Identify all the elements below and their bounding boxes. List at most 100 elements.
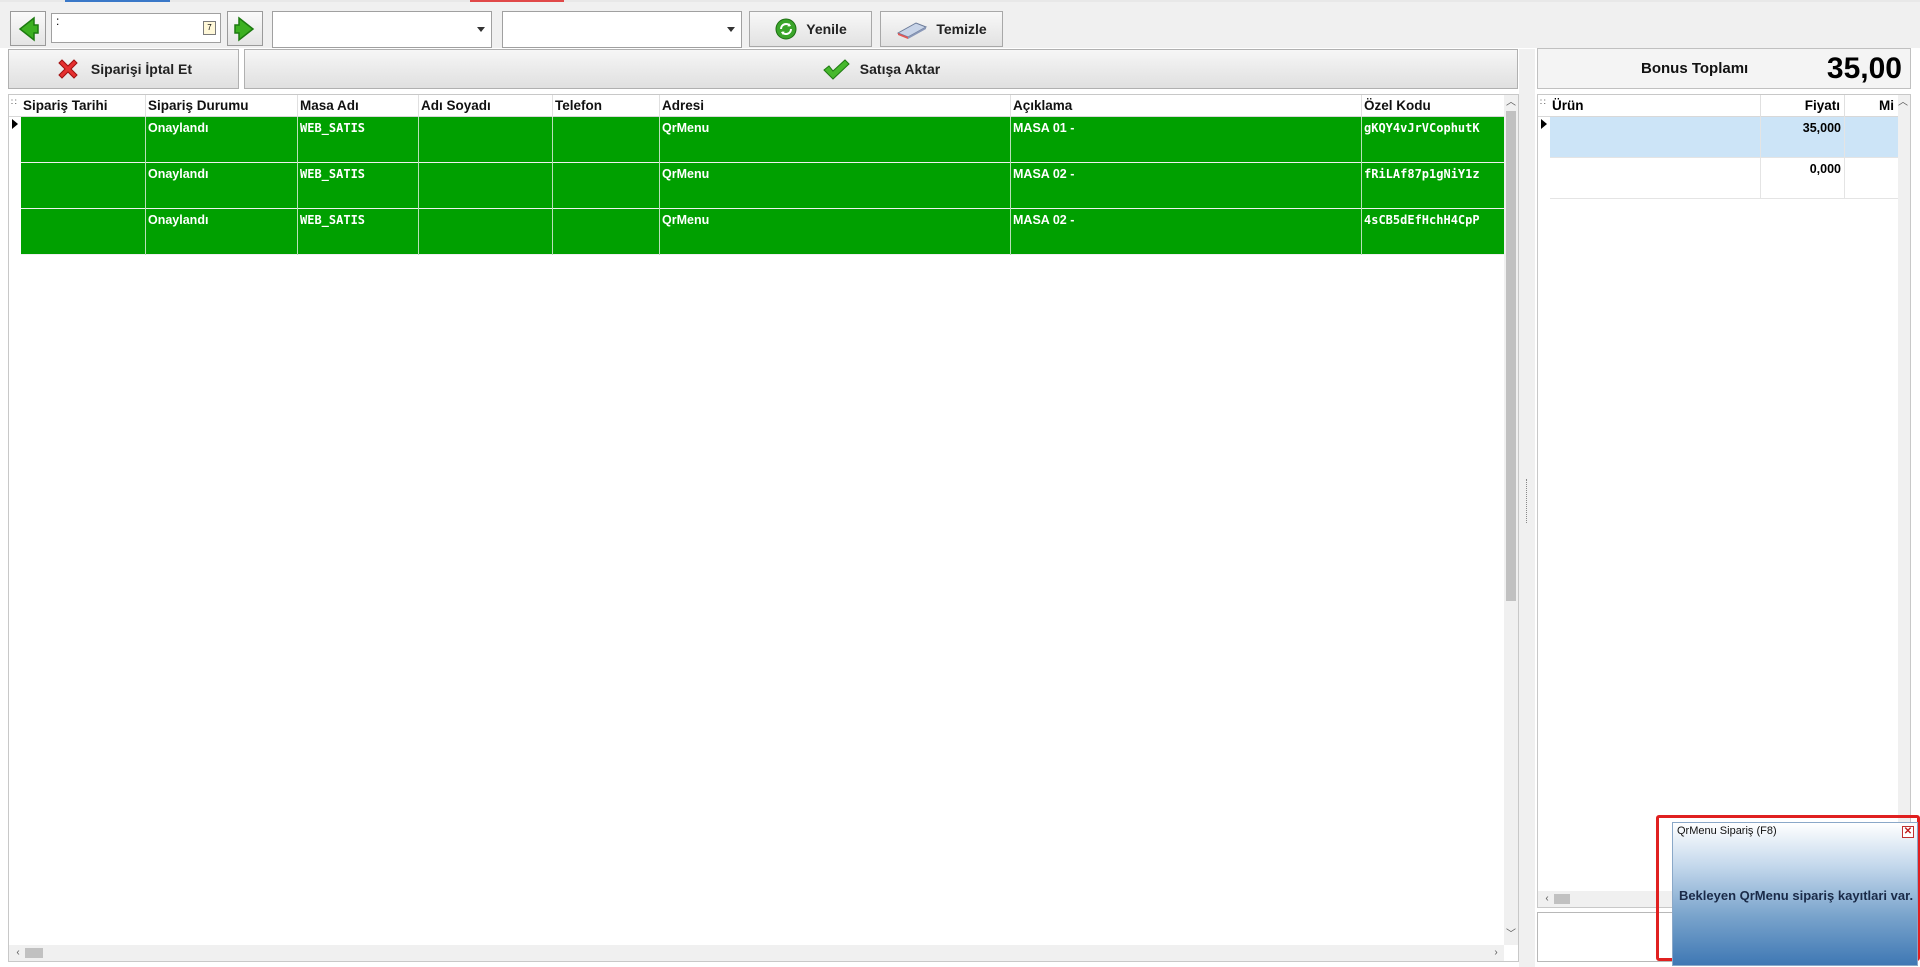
order-items-grid-header: ∷ Ürün Fiyatı Mi: [1538, 95, 1898, 117]
col-header-order-date[interactable]: Sipariş Tarihi: [21, 95, 145, 117]
cell-price: 0,000: [1760, 158, 1844, 199]
cell-price: 35,000: [1760, 117, 1844, 158]
bonus-total-panel: Bonus Toplamı 35,00: [1537, 48, 1911, 89]
cell-address: QrMenu: [659, 117, 1010, 163]
scroll-up-icon[interactable]: ︿: [1897, 97, 1909, 109]
cell-table-name: WEB_SATIS: [297, 209, 418, 255]
clear-label: Temizle: [936, 21, 987, 37]
popup-title: QrMenu Sipariş (F8): [1677, 825, 1777, 837]
cell-description: MASA 01 -: [1010, 117, 1361, 163]
arrow-right-icon: [234, 15, 255, 42]
vertical-scroll-thumb[interactable]: [1506, 111, 1516, 601]
chevron-down-icon: [727, 27, 735, 32]
scroll-right-icon[interactable]: ›: [1489, 947, 1503, 959]
scroll-left-icon[interactable]: ‹: [11, 947, 25, 959]
scroll-down-icon[interactable]: ﹀: [1504, 929, 1518, 941]
cell-address: QrMenu: [659, 209, 1010, 255]
col-header-quantity[interactable]: Mi: [1844, 95, 1898, 117]
bonus-total-value: 35,00: [1826, 52, 1902, 85]
cell-description: MASA 02 -: [1010, 163, 1361, 209]
splitter-grip-icon: [1526, 479, 1528, 523]
col-header-phone[interactable]: Telefon: [552, 95, 659, 117]
date-value: :: [56, 14, 60, 28]
eraser-icon: [897, 22, 928, 39]
qrmenu-notification-popup[interactable]: QrMenu Sipariş (F8) ✕ Bekleyen QrMenu si…: [1672, 822, 1918, 966]
close-icon[interactable]: ✕: [1902, 826, 1914, 838]
col-header-special-code[interactable]: Özel Kodu: [1361, 95, 1504, 117]
toolbar: : 7 Yenile Temizle: [0, 2, 1920, 48]
current-row-indicator-icon: [1541, 119, 1547, 129]
date-input[interactable]: : 7: [51, 13, 221, 43]
horizontal-scroll-thumb[interactable]: [25, 948, 43, 958]
notes-box[interactable]: [1537, 912, 1673, 962]
col-header-product[interactable]: Ürün: [1550, 95, 1772, 117]
cell-table-name: WEB_SATIS: [297, 163, 418, 209]
refresh-label: Yenile: [806, 21, 847, 37]
cell-order-status: Onaylandı: [145, 209, 297, 255]
cell-phone: [552, 117, 659, 163]
filter-combo-2[interactable]: [502, 11, 742, 48]
cell-order-status: Onaylandı: [145, 163, 297, 209]
table-row[interactable]: Onaylandı WEB_SATIS QrMenu MASA 01 - gKQ…: [21, 117, 1504, 163]
cell-order-date: [21, 209, 145, 255]
cell-special-code: gKQY4vJrVCophutK: [1361, 117, 1504, 163]
orders-grid[interactable]: ∷ Sipariş Tarihi Sipariş Durumu Masa Adı…: [8, 94, 1519, 962]
checkmark-icon: [823, 59, 850, 80]
horizontal-scroll-thumb[interactable]: [1554, 894, 1570, 904]
scroll-left-icon[interactable]: ‹: [1540, 893, 1554, 905]
scroll-up-icon[interactable]: ︿: [1504, 97, 1518, 109]
table-row[interactable]: Onaylandı WEB_SATIS QrMenu MASA 02 - 4sC…: [21, 209, 1504, 255]
transfer-to-sale-label: Satışa Aktar: [859, 61, 941, 77]
cell-quantity: [1844, 158, 1898, 199]
items-vertical-scrollbar[interactable]: ︿: [1898, 95, 1910, 891]
action-bar: Siparişi İptal Et Satışa Aktar: [8, 49, 1518, 89]
cancel-order-label: Siparişi İptal Et: [90, 61, 193, 77]
col-header-price[interactable]: Fiyatı: [1760, 95, 1844, 117]
panel-splitter[interactable]: [1519, 49, 1535, 967]
cell-order-date: [21, 117, 145, 163]
cell-product: [1550, 117, 1760, 158]
cell-full-name: [418, 209, 552, 255]
cell-order-date: [21, 163, 145, 209]
clear-button[interactable]: Temizle: [880, 11, 1003, 47]
orders-horizontal-scrollbar[interactable]: ‹ ›: [9, 945, 1504, 961]
cell-full-name: [418, 117, 552, 163]
filter-combo-1[interactable]: [272, 11, 492, 48]
cell-phone: [552, 163, 659, 209]
calendar-icon[interactable]: 7: [203, 21, 216, 35]
cell-table-name: WEB_SATIS: [297, 117, 418, 163]
cell-quantity: [1844, 117, 1898, 158]
grid-corner-grip-icon: ∷: [11, 97, 17, 107]
grid-corner-grip-icon: ∷: [1540, 97, 1546, 107]
previous-date-button[interactable]: [10, 11, 46, 46]
cancel-order-button[interactable]: Siparişi İptal Et: [8, 49, 239, 89]
cell-description: MASA 02 -: [1010, 209, 1361, 255]
refresh-icon: [775, 18, 797, 40]
col-header-full-name[interactable]: Adı Soyadı: [418, 95, 552, 117]
cell-phone: [552, 209, 659, 255]
cell-full-name: [418, 163, 552, 209]
chevron-down-icon: [477, 27, 485, 32]
orders-vertical-scrollbar[interactable]: ︿ ﹀: [1504, 95, 1518, 945]
col-header-order-status[interactable]: Sipariş Durumu: [145, 95, 297, 117]
orders-grid-header: ∷ Sipariş Tarihi Sipariş Durumu Masa Adı…: [9, 95, 1504, 117]
transfer-to-sale-button[interactable]: Satışa Aktar: [244, 49, 1518, 89]
col-header-table-name[interactable]: Masa Adı: [297, 95, 418, 117]
table-row[interactable]: 35,000: [1550, 117, 1898, 158]
current-row-indicator-icon: [12, 119, 18, 129]
table-row[interactable]: Onaylandı WEB_SATIS QrMenu MASA 02 - fRi…: [21, 163, 1504, 209]
cell-special-code: 4sCB5dEfHchH4CpP: [1361, 209, 1504, 255]
col-header-address[interactable]: Adresi: [659, 95, 1010, 117]
cell-address: QrMenu: [659, 163, 1010, 209]
bonus-total-label: Bonus Toplamı: [1641, 60, 1749, 77]
popup-message[interactable]: Bekleyen QrMenu sipariş kayıtlari var.: [1673, 888, 1919, 903]
col-header-description[interactable]: Açıklama: [1010, 95, 1361, 117]
cell-special-code: fRiLAf87p1gNiY1z: [1361, 163, 1504, 209]
next-date-button[interactable]: [227, 11, 263, 46]
table-row[interactable]: 0,000: [1550, 158, 1898, 199]
order-items-grid[interactable]: ∷ Ürün Fiyatı Mi 35,000 0,000 ︿ ‹: [1537, 94, 1911, 908]
cell-product: [1550, 158, 1760, 199]
cancel-icon: [58, 59, 78, 79]
cell-order-status: Onaylandı: [145, 117, 297, 163]
refresh-button[interactable]: Yenile: [749, 11, 872, 47]
